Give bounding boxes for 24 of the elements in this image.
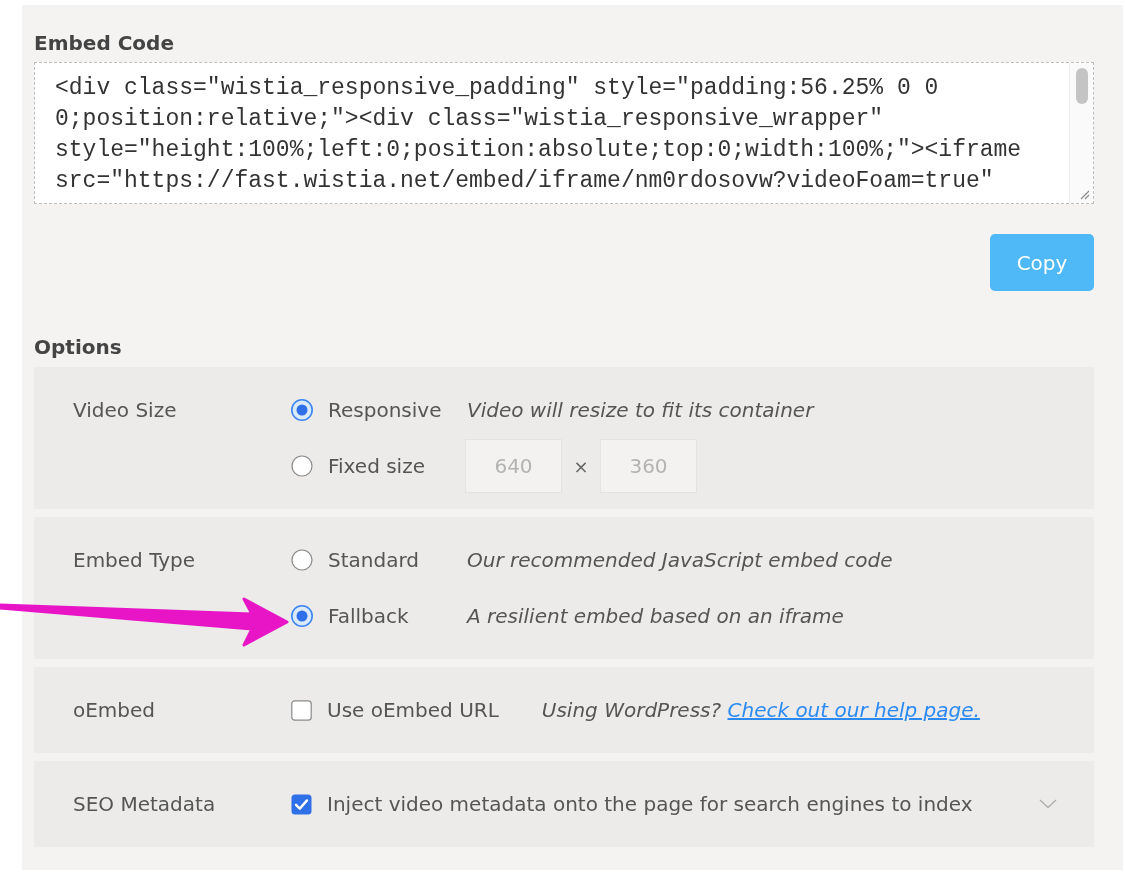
radio-option[interactable]: Fallback	[291, 601, 467, 631]
option-label: SEO Metadata	[73, 791, 216, 818]
resize-grip-icon[interactable]	[1078, 188, 1090, 200]
embed-code-field[interactable]: <div class="wistia_responsive_padding" style="padding:56.25% 0 0 0;position:relative;"><div class="wistia_responsive_wrapper" style="height:100%;left:0;position:absolute;top:0;width:100%;"><iframe src="https://fast.wistia.net/embed/iframe/nm0rdosovw?videoFoam=true"	[34, 62, 1094, 204]
width-input-field[interactable]: 640	[465, 439, 562, 493]
option-description: A resilient embed based on an iframe	[467, 603, 844, 630]
scrollbar-thumb[interactable]	[1076, 68, 1088, 104]
checkbox-option[interactable]: Inject video metadata onto the page for search engines to index	[291, 789, 973, 819]
section-heading: Embed Code	[34, 30, 175, 56]
height-input-field[interactable]: 360	[600, 439, 697, 493]
chevron-icon[interactable]	[1039, 799, 1057, 809]
times-sign: ×	[572, 454, 590, 479]
radio-option[interactable]: Fixed size	[291, 451, 467, 481]
option-label: oEmbed	[73, 697, 156, 724]
scrollbar[interactable]	[1069, 63, 1093, 203]
option-description: Using WordPress? Check out our help page.	[541, 697, 980, 724]
option-label: Video Size	[73, 397, 177, 424]
radio-option[interactable]: Responsive	[291, 395, 467, 425]
option-label: Embed Type	[73, 547, 196, 574]
section-heading: Options	[34, 334, 123, 360]
option-description: Our recommended JavaScript embed code	[467, 547, 893, 574]
option-description: Video will resize to fit its container	[467, 397, 814, 424]
checkbox-option[interactable]: Use oEmbed URL	[291, 695, 499, 725]
radio-option[interactable]: Standard	[291, 545, 467, 575]
